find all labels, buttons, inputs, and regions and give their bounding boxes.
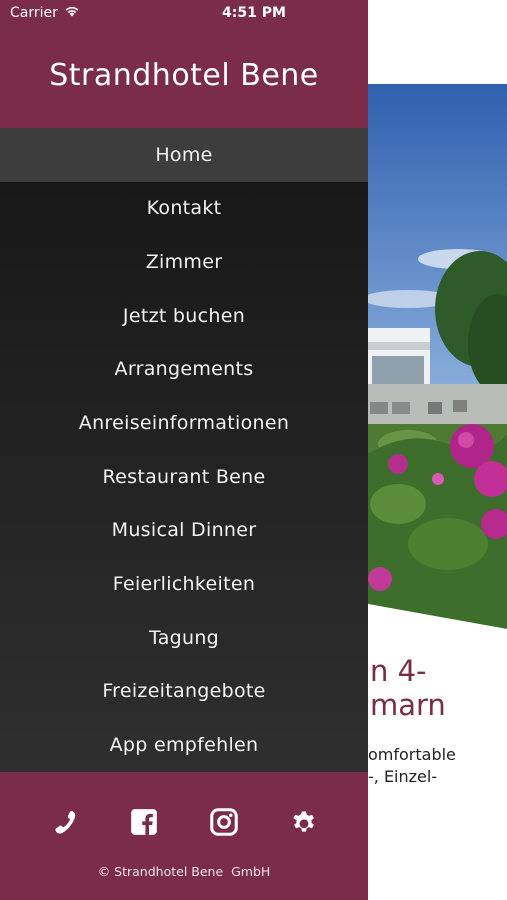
menu-item-label: Anreiseinformationen (78, 412, 290, 435)
status-bar: Carrier 4:51 PM (0, 0, 368, 28)
drawer-menu: Home Kontakt Zimmer Jetzt buchen Arrange… (0, 128, 368, 772)
background-body-line: omfortable (368, 745, 456, 764)
app-screen: n 4- marn omfortable -, Einzel- Carrier (0, 0, 507, 900)
background-heading-line: marn (370, 688, 446, 722)
navigation-drawer: Carrier 4:51 PM Strandhotel Bene Home Ko… (0, 0, 368, 900)
status-time: 4:51 PM (222, 5, 286, 21)
drawer-header: Carrier 4:51 PM Strandhotel Bene (0, 0, 368, 128)
app-title: Strandhotel Bene (49, 58, 319, 93)
menu-item-label: Freizeitangebote (102, 680, 266, 703)
menu-item-freizeitangebote[interactable]: Freizeitangebote (0, 665, 368, 719)
menu-item-app-empfehlen[interactable]: App empfehlen (0, 718, 368, 772)
background-heading: n 4- marn (368, 654, 507, 722)
menu-item-kontakt[interactable]: Kontakt (0, 182, 368, 236)
menu-item-arrangements[interactable]: Arrangements (0, 343, 368, 397)
menu-item-label: Tagung (148, 626, 220, 649)
instagram-icon[interactable] (208, 806, 240, 838)
menu-item-zimmer[interactable]: Zimmer (0, 235, 368, 289)
menu-item-jetzt-buchen[interactable]: Jetzt buchen (0, 289, 368, 343)
hero-image (368, 84, 507, 629)
phone-icon[interactable] (48, 806, 80, 838)
menu-item-musical-dinner[interactable]: Musical Dinner (0, 504, 368, 558)
background-body-line: -, Einzel- (368, 767, 438, 786)
gear-icon[interactable] (288, 806, 320, 838)
menu-item-label: Feierlichkeiten (112, 573, 256, 596)
menu-item-label: Zimmer (145, 251, 223, 274)
menu-item-home[interactable]: Home (0, 128, 368, 182)
menu-item-label: Arrangements (114, 358, 254, 381)
menu-item-label: App empfehlen (109, 734, 259, 757)
background-body-text: omfortable -, Einzel- (368, 744, 507, 788)
menu-item-restaurant-bene[interactable]: Restaurant Bene (0, 450, 368, 504)
menu-item-label: Home (155, 143, 213, 166)
menu-item-label: Restaurant Bene (102, 465, 266, 488)
menu-item-label: Musical Dinner (111, 519, 257, 542)
menu-item-label: Kontakt (146, 197, 222, 220)
menu-item-tagung[interactable]: Tagung (0, 611, 368, 665)
menu-item-label: Jetzt buchen (122, 304, 246, 327)
drawer-footer: © Strandhotel Bene GmbH (0, 772, 368, 900)
copyright-text: © Strandhotel Bene GmbH (97, 864, 271, 879)
facebook-icon[interactable] (128, 806, 160, 838)
background-heading-line: n 4- (370, 654, 427, 688)
menu-item-feierlichkeiten[interactable]: Feierlichkeiten (0, 557, 368, 611)
menu-item-anreiseinformationen[interactable]: Anreiseinformationen (0, 396, 368, 450)
footer-icon-bar (0, 806, 368, 838)
